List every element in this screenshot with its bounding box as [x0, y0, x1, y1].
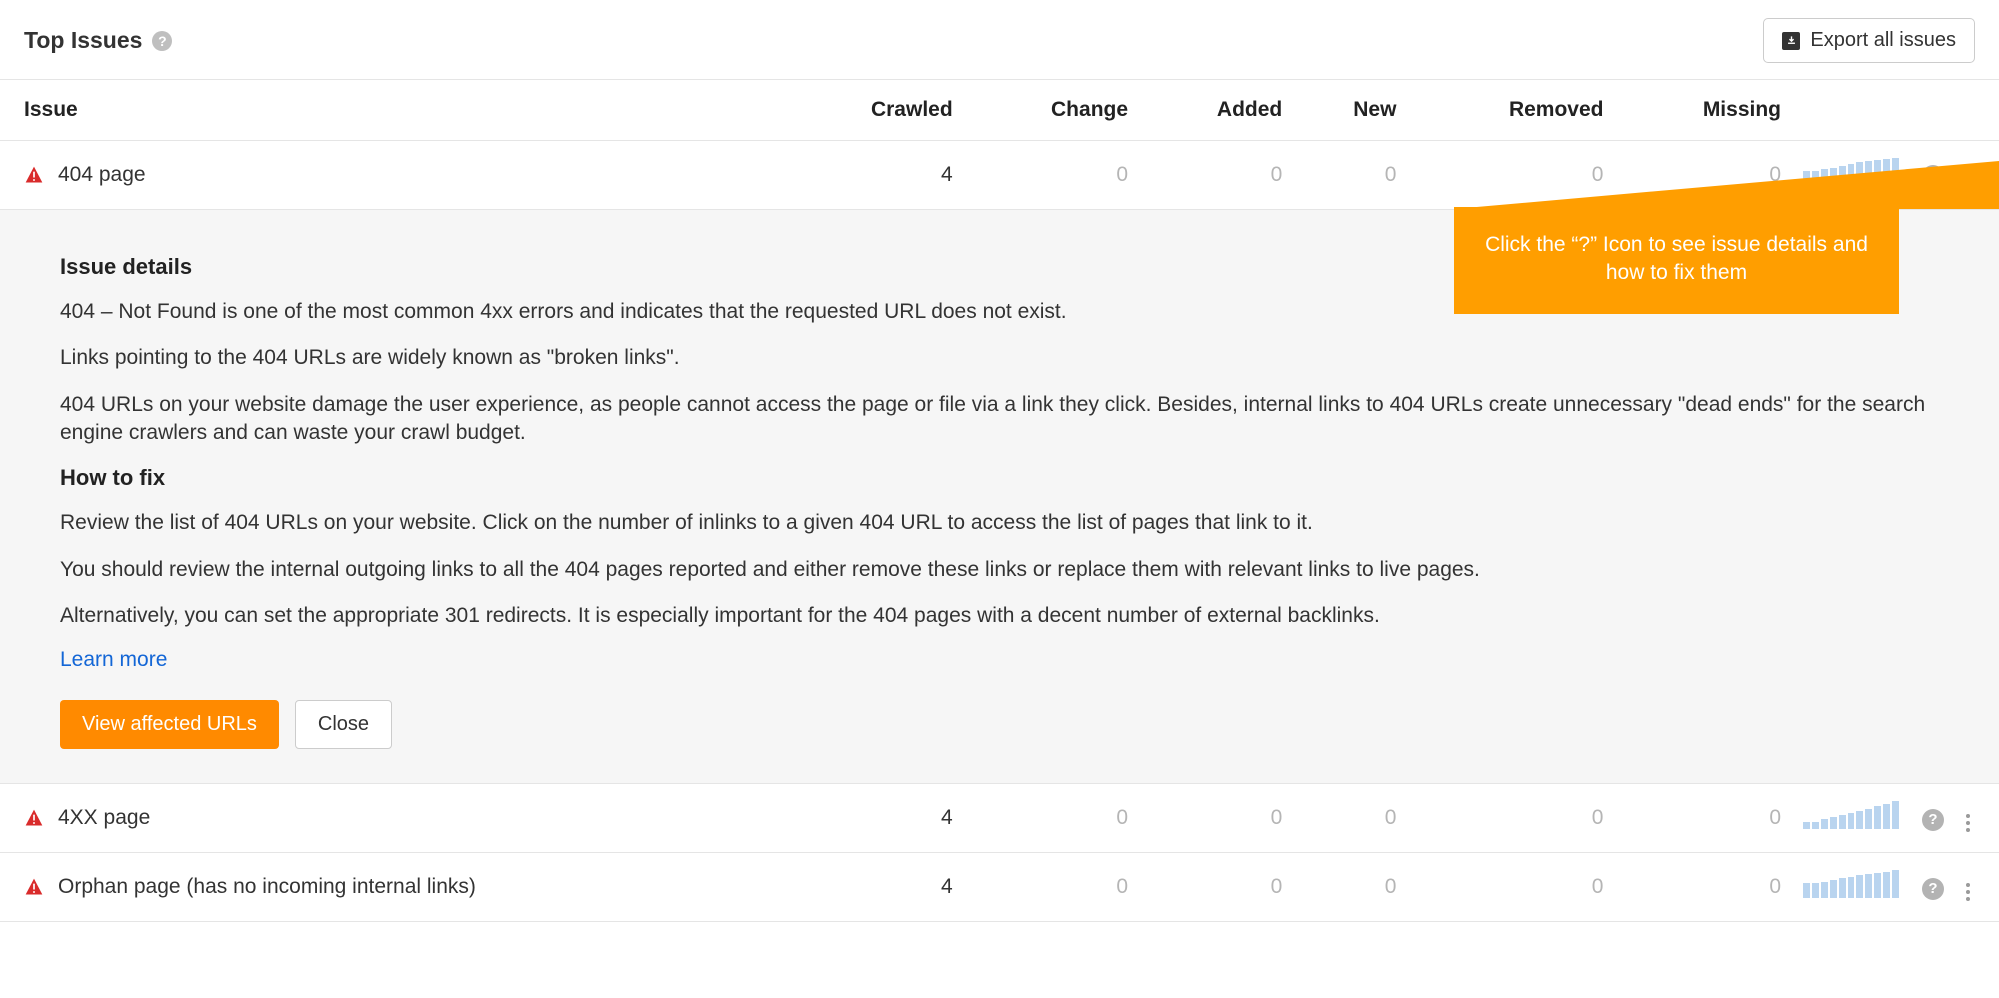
col-new[interactable]: New	[1292, 80, 1406, 141]
warning-icon	[24, 877, 44, 897]
howtofix-title: How to fix	[60, 465, 1939, 491]
col-issue[interactable]: Issue	[0, 80, 779, 141]
cell-added: 0	[1138, 853, 1292, 922]
export-all-button[interactable]: Export all issues	[1763, 18, 1975, 63]
sparkline	[1803, 801, 1899, 829]
annotation-callout: Click the “?” Icon to see issue details …	[1454, 207, 1899, 314]
detail-p: Links pointing to the 404 URLs are widel…	[60, 344, 1939, 372]
view-affected-urls-button[interactable]: View affected URLs	[60, 700, 279, 749]
close-button[interactable]: Close	[295, 700, 392, 749]
issues-table: Issue Crawled Change Added New Removed M…	[0, 80, 1999, 922]
cell-crawled: 4	[779, 784, 963, 853]
fix-p: You should review the internal outgoing …	[60, 556, 1939, 584]
warning-icon	[24, 165, 44, 185]
col-change[interactable]: Change	[963, 80, 1138, 141]
col-rowmenu	[1955, 80, 1999, 141]
cell-change: 0	[963, 141, 1138, 210]
issue-detail-panel: Click the “?” Icon to see issue details …	[0, 210, 1999, 784]
row-menu-icon[interactable]	[1964, 810, 1972, 836]
col-removed[interactable]: Removed	[1406, 80, 1613, 141]
fix-p: Review the list of 404 URLs on your webs…	[60, 509, 1939, 537]
cell-change: 0	[963, 853, 1138, 922]
page-header: Top Issues ? Export all issues	[0, 0, 1999, 80]
col-spark	[1791, 80, 1911, 141]
col-missing[interactable]: Missing	[1613, 80, 1791, 141]
col-rowhelp	[1911, 80, 1955, 141]
col-added[interactable]: Added	[1138, 80, 1292, 141]
fix-p: Alternatively, you can set the appropria…	[60, 602, 1939, 630]
cell-new: 0	[1292, 784, 1406, 853]
cell-crawled: 4	[779, 141, 963, 210]
export-label: Export all issues	[1810, 29, 1956, 52]
title-help-icon[interactable]: ?	[152, 31, 172, 51]
cell-added: 0	[1138, 784, 1292, 853]
warning-icon	[24, 808, 44, 828]
table-row[interactable]: Orphan page (has no incoming internal li…	[0, 853, 1999, 922]
detail-p: 404 URLs on your website damage the user…	[60, 391, 1939, 448]
cell-crawled: 4	[779, 853, 963, 922]
issue-name: 4XX page	[58, 806, 150, 830]
col-crawled[interactable]: Crawled	[779, 80, 963, 141]
sparkline	[1803, 870, 1899, 898]
cell-added: 0	[1138, 141, 1292, 210]
issue-name: Orphan page (has no incoming internal li…	[58, 875, 476, 899]
issue-name: 404 page	[58, 163, 146, 187]
row-help-icon[interactable]: ?	[1922, 878, 1944, 900]
cell-missing: 0	[1613, 853, 1791, 922]
cell-removed: 0	[1406, 784, 1613, 853]
cell-missing: 0	[1613, 784, 1791, 853]
download-icon	[1782, 32, 1800, 50]
cell-new: 0	[1292, 853, 1406, 922]
cell-new: 0	[1292, 141, 1406, 210]
cell-change: 0	[963, 784, 1138, 853]
cell-removed: 0	[1406, 853, 1613, 922]
learn-more-link[interactable]: Learn more	[60, 648, 167, 672]
table-row[interactable]: 4XX page400000?	[0, 784, 1999, 853]
row-help-icon[interactable]: ?	[1922, 809, 1944, 831]
page-title: Top Issues	[24, 27, 142, 54]
row-menu-icon[interactable]	[1964, 879, 1972, 905]
